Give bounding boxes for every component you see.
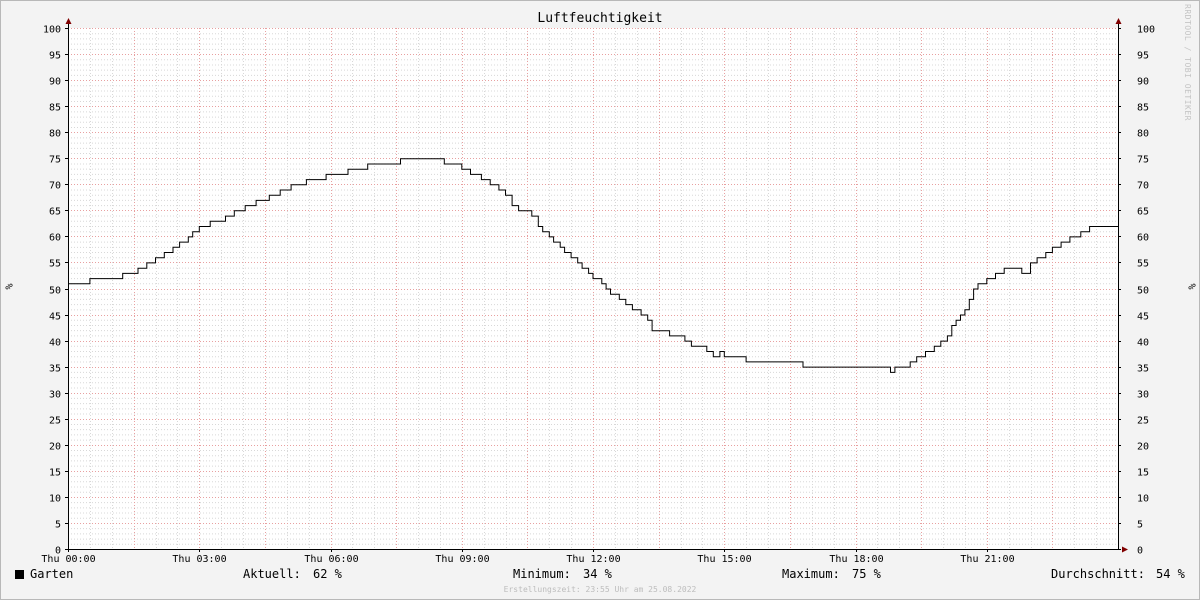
- x-tick-label: Thu 00:00: [41, 554, 95, 565]
- y-tick-label-left: 75: [49, 155, 61, 166]
- legend-series-name: Garten: [30, 567, 74, 581]
- y-axis-arrow-right: [1115, 18, 1122, 24]
- x-tick-label: Thu 12:00: [566, 554, 620, 565]
- legend-max-label: Maximum:: [782, 567, 840, 581]
- y-tick-label-right: 90: [1137, 77, 1149, 88]
- legend-current-label: Aktuell:: [243, 567, 301, 581]
- y-tick-label-left: 55: [49, 259, 61, 270]
- y-tick-label-left: 100: [43, 25, 61, 36]
- y-tick-label-right: 5: [1137, 520, 1143, 531]
- legend-min-value: 34 %: [583, 567, 612, 581]
- legend-swatch-garten: [15, 570, 24, 579]
- humidity-chart: 0 05 510 1015 1520 2025 2530 3035 3540 4045 4550 50…: [41, 18, 1155, 565]
- x-tick-label: Thu 18:00: [829, 554, 883, 565]
- x-tick-label: Thu 03:00: [172, 554, 226, 565]
- y-tick-label-right: 15: [1137, 468, 1149, 479]
- y-tick-label-left: 90: [49, 77, 61, 88]
- y-tick-label-right: 75: [1137, 155, 1149, 166]
- y-tick-label-left: 15: [49, 468, 61, 479]
- y-tick-label-right: 95: [1137, 51, 1149, 62]
- y-tick-label-left: 40: [49, 338, 61, 349]
- y-tick-label-left: 80: [49, 129, 61, 140]
- y-tick-label-right: 10: [1137, 494, 1149, 505]
- y-tick-label-left: 25: [49, 416, 61, 427]
- legend-current-value: 62 %: [313, 567, 342, 581]
- y-tick-label-left: 65: [49, 207, 61, 218]
- x-tick-label: Thu 06:00: [304, 554, 358, 565]
- y-tick-label-left: 60: [49, 233, 61, 244]
- y-tick-label-left: 30: [49, 390, 61, 401]
- legend-avg-value: 54 %: [1156, 567, 1185, 581]
- y-tick-label-right: 65: [1137, 207, 1149, 218]
- y-tick-label-left: 5: [55, 520, 61, 531]
- y-tick-label-left: 10: [49, 494, 61, 505]
- creation-timestamp: Erstellungszeit: 23:55 Uhr am 25.08.2022: [503, 585, 697, 594]
- y-tick-label-right: 55: [1137, 259, 1149, 270]
- y-tick-label-right: 35: [1137, 364, 1149, 375]
- y-tick-label-right: 80: [1137, 129, 1149, 140]
- y-tick-label-left: 35: [49, 364, 61, 375]
- y-tick-label-right: 60: [1137, 233, 1149, 244]
- y-tick-label-right: 100: [1137, 25, 1155, 36]
- y-tick-label-right: 45: [1137, 312, 1149, 323]
- legend-min-label: Minimum:: [513, 567, 571, 581]
- x-tick-label: Thu 09:00: [435, 554, 489, 565]
- y-tick-label-left: 85: [49, 103, 61, 114]
- y-tick-label-left: 95: [49, 51, 61, 62]
- y-tick-label-right: 30: [1137, 390, 1149, 401]
- y-tick-label-right: 40: [1137, 338, 1149, 349]
- x-tick-label: Thu 21:00: [960, 554, 1014, 565]
- y-tick-label-right: 20: [1137, 442, 1149, 453]
- legend-avg-label: Durchschnitt:: [1051, 567, 1145, 581]
- y-tick-label-right: 0: [1137, 546, 1143, 557]
- x-axis-arrow: [1122, 546, 1128, 553]
- x-tick-label: Thu 15:00: [697, 554, 751, 565]
- y-axis-arrow-left: [65, 18, 72, 24]
- y-tick-label-right: 25: [1137, 416, 1149, 427]
- y-tick-label-right: 85: [1137, 103, 1149, 114]
- y-tick-label-left: 50: [49, 286, 61, 297]
- y-tick-label-right: 50: [1137, 286, 1149, 297]
- y-tick-label-left: 70: [49, 181, 61, 192]
- y-tick-label-right: 70: [1137, 181, 1149, 192]
- y-tick-label-left: 45: [49, 312, 61, 323]
- y-tick-label-left: 20: [49, 442, 61, 453]
- legend-max-value: 75 %: [852, 567, 881, 581]
